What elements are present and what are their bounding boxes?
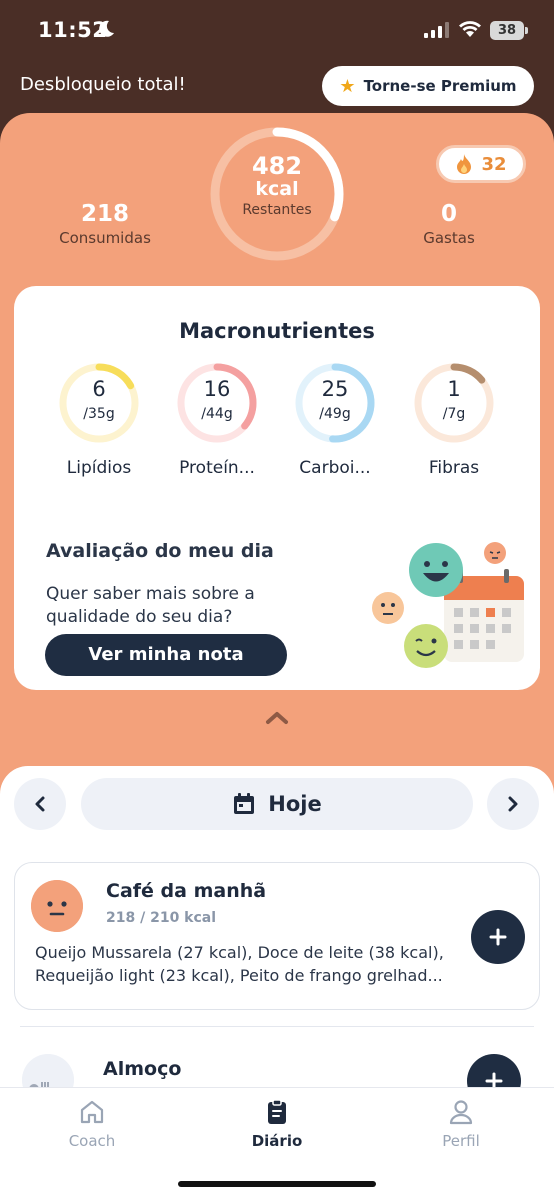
chevron-left-icon xyxy=(35,796,45,812)
macro-carbs[interactable]: 25 /49g Carboi... xyxy=(280,362,390,478)
meal-card-breakfast[interactable]: Café da manhã 218 / 210 kcal Queijo Muss… xyxy=(14,862,540,1010)
remaining-calories-ring[interactable]: 482 kcal Restantes xyxy=(207,124,347,264)
consumed-stat: 218 Consumidas xyxy=(50,201,160,247)
tab-label: Coach xyxy=(68,1132,116,1150)
moon-icon xyxy=(99,20,114,37)
add-food-button[interactable] xyxy=(471,910,525,964)
macro-protein[interactable]: 16 /44g Proteín... xyxy=(162,362,272,478)
macro-value: 1 xyxy=(447,377,461,401)
macro-ring xyxy=(414,363,494,443)
macro-value: 16 xyxy=(203,377,231,401)
calendar-icon xyxy=(234,793,255,814)
next-day-button[interactable] xyxy=(487,778,539,830)
consumed-value: 218 xyxy=(80,201,129,227)
streak-badge[interactable]: 32 xyxy=(436,145,526,183)
star-icon: ★ xyxy=(339,75,356,97)
see-score-button[interactable]: Ver minha nota xyxy=(45,634,287,676)
macros-title: Macronutrientes xyxy=(179,319,375,343)
wifi-icon xyxy=(459,21,481,37)
tab-label: Perfil xyxy=(442,1132,480,1150)
macro-value: 25 xyxy=(321,377,349,401)
burned-label: Gastas xyxy=(423,229,475,247)
premium-button[interactable]: ★ Torne-se Premium xyxy=(322,66,534,106)
flame-icon xyxy=(457,154,472,174)
profile-icon xyxy=(449,1100,473,1125)
battery-indicator: 38 xyxy=(490,21,528,40)
macro-goal: /49g xyxy=(319,406,351,422)
meal-name-lunch: Almoço xyxy=(103,1058,182,1080)
chevron-right-icon xyxy=(508,796,518,812)
premium-label: Torne-se Premium xyxy=(363,77,517,95)
burned-value: 0 xyxy=(440,201,457,227)
macro-value: 6 xyxy=(92,377,106,401)
tab-label: Diário xyxy=(251,1132,303,1150)
unlock-text: Desbloqueio total! xyxy=(20,74,186,95)
streak-count: 32 xyxy=(481,153,507,175)
evaluation-text: Quer saber mais sobre a qualidade do seu… xyxy=(46,584,255,627)
neutral-face-icon xyxy=(31,880,83,932)
plus-icon xyxy=(489,928,507,946)
macro-fiber[interactable]: 1 /7g Fibras xyxy=(399,362,509,478)
diary-icon xyxy=(268,1099,286,1124)
day-evaluation-illustration xyxy=(372,542,524,668)
macro-ring xyxy=(59,363,139,443)
meal-kcal: 218 / 210 kcal xyxy=(106,910,217,926)
macro-label: Lipídios xyxy=(66,458,132,478)
home-indicator xyxy=(178,1181,376,1187)
macro-fat[interactable]: 6 /35g Lipídios xyxy=(44,362,154,478)
divider xyxy=(20,1026,534,1027)
macro-goal: /7g xyxy=(442,406,466,422)
remaining-label: Restantes xyxy=(242,202,312,218)
date-label: Hoje xyxy=(268,792,322,816)
macros-card: Macronutrientes 6 /35g Lipídios 16 /44g … xyxy=(14,286,540,690)
macro-label: Proteín... xyxy=(179,458,255,478)
meal-name: Café da manhã xyxy=(106,880,267,902)
previous-day-button[interactable] xyxy=(14,778,66,830)
evaluation-title: Avaliação do meu dia xyxy=(46,540,274,562)
status-bar: 11:52 38 xyxy=(0,0,554,62)
tab-diary[interactable]: Diário xyxy=(217,1098,337,1150)
remaining-value: 482 xyxy=(251,152,303,180)
signal-icon xyxy=(424,22,449,38)
macro-label: Carboi... xyxy=(299,458,371,478)
date-selector[interactable]: Hoje xyxy=(81,778,473,830)
macro-goal: /44g xyxy=(201,406,233,422)
tab-profile[interactable]: Perfil xyxy=(401,1098,521,1150)
macro-goal: /35g xyxy=(83,406,115,422)
home-icon xyxy=(80,1100,104,1124)
consumed-label: Consumidas xyxy=(59,229,151,247)
burned-stat: 0 Gastas xyxy=(394,201,504,247)
macro-label: Fibras xyxy=(428,458,480,478)
macro-ring xyxy=(177,363,257,443)
remaining-unit: kcal xyxy=(255,178,299,200)
macro-ring xyxy=(295,363,375,443)
tab-coach[interactable]: Coach xyxy=(32,1098,152,1150)
meal-foods: Queijo Mussarela (27 kcal), Doce de leit… xyxy=(35,943,444,985)
collapse-chevron-icon[interactable] xyxy=(264,710,290,726)
